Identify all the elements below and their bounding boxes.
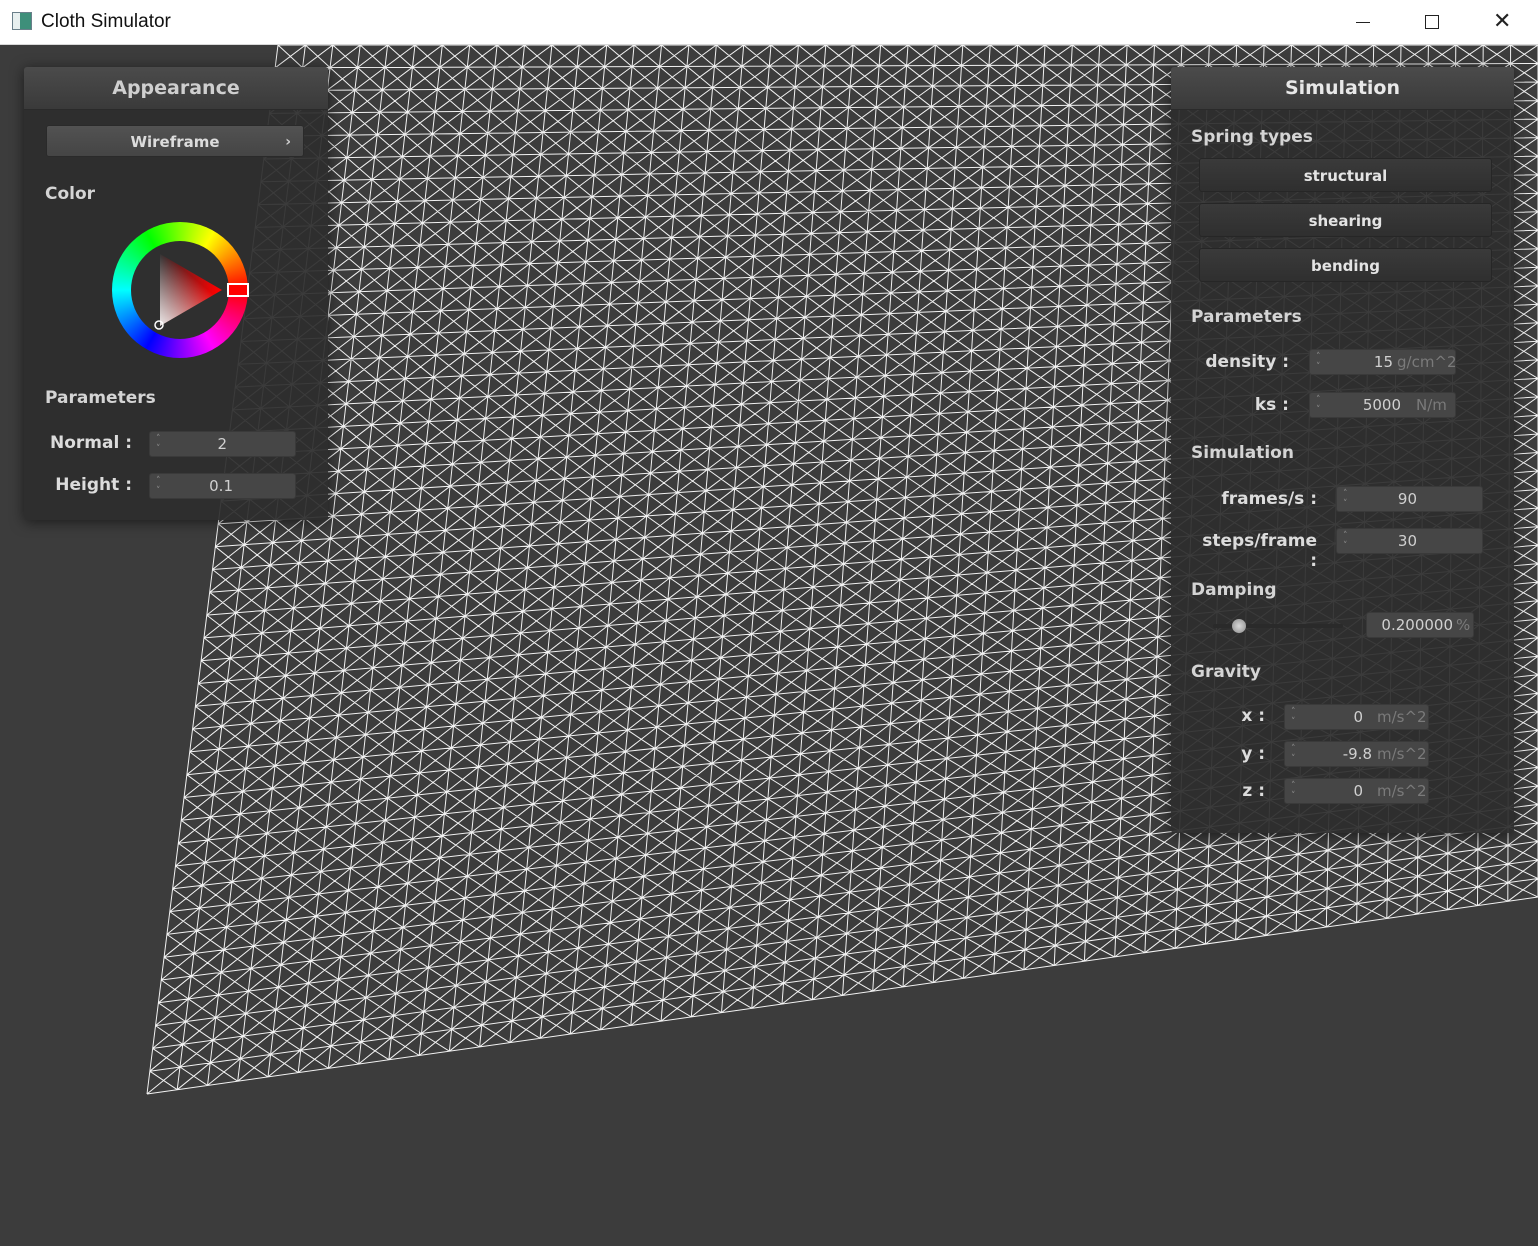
damping-value-box[interactable]: 0.200000 %: [1366, 612, 1474, 638]
minimize-icon: [1356, 22, 1370, 23]
density-label: density :: [1205, 352, 1289, 372]
simulation-panel-header[interactable]: Simulation: [1171, 67, 1514, 110]
steps-per-frame-input[interactable]: ˄ ˅ 30: [1336, 528, 1483, 554]
gravity-y-input[interactable]: ˄ ˅ -9.8 m/s^2: [1284, 741, 1429, 767]
spinner-arrows-icon[interactable]: ˄ ˅: [1291, 781, 1296, 801]
height-label: Height :: [55, 475, 132, 495]
window-title: Cloth Simulator: [41, 11, 171, 32]
gravity-z-input[interactable]: ˄ ˅ 0 m/s^2: [1284, 778, 1429, 804]
frames-per-s-input[interactable]: ˄ ˅ 90: [1336, 486, 1483, 512]
bending-button[interactable]: bending: [1199, 248, 1492, 282]
spinner-arrows-icon[interactable]: ˄ ˅: [156, 434, 161, 454]
simulation-parameters-label: Parameters: [1191, 307, 1302, 327]
close-button[interactable]: ✕: [1467, 0, 1537, 45]
minimize-button[interactable]: [1327, 0, 1397, 45]
spinner-arrows-icon[interactable]: ˄ ˅: [1316, 395, 1321, 415]
color-wheel[interactable]: [110, 220, 250, 360]
structural-button[interactable]: structural: [1199, 158, 1492, 192]
spring-types-label: Spring types: [1191, 127, 1313, 147]
hue-marker[interactable]: [227, 283, 249, 297]
shader-select-label: Wireframe: [130, 133, 220, 151]
spinner-arrows-icon[interactable]: ˄ ˅: [1291, 707, 1296, 727]
gravity-x-input[interactable]: ˄ ˅ 0 m/s^2: [1284, 704, 1429, 730]
appearance-panel: Appearance Wireframe › Color Parameters …: [24, 67, 328, 520]
color-section-label: Color: [45, 184, 96, 204]
gravity-x-label: x :: [1241, 706, 1265, 726]
ks-label: ks :: [1254, 395, 1289, 415]
frames-per-s-label: frames/s :: [1221, 489, 1317, 509]
damping-label: Damping: [1191, 580, 1277, 600]
gravity-label: Gravity: [1191, 662, 1261, 682]
height-input[interactable]: ˄ ˅ 0.1: [149, 473, 296, 499]
chevron-right-icon: ›: [285, 134, 291, 150]
steps-per-frame-label: steps/frame :: [1202, 531, 1317, 571]
simulation-section-label: Simulation: [1191, 443, 1294, 463]
spinner-arrows-icon[interactable]: ˄ ˅: [1291, 744, 1296, 764]
maximize-icon: [1425, 15, 1439, 29]
spinner-arrows-icon[interactable]: ˄ ˅: [1316, 352, 1321, 372]
normal-label: Normal :: [49, 433, 132, 453]
density-input[interactable]: ˄ ˅ 15 g/cm^2: [1309, 349, 1457, 375]
spinner-arrows-icon[interactable]: ˄ ˅: [156, 476, 161, 496]
gravity-z-label: z :: [1242, 781, 1265, 801]
appearance-parameters-label: Parameters: [45, 388, 156, 408]
ks-input[interactable]: ˄ ˅ 5000 N/m: [1309, 392, 1456, 418]
close-icon: ✕: [1493, 9, 1512, 34]
app-icon: [12, 12, 32, 30]
appearance-panel-header[interactable]: Appearance: [24, 67, 328, 110]
window-titlebar[interactable]: Cloth Simulator ✕: [0, 0, 1538, 45]
shader-select-button[interactable]: Wireframe ›: [46, 125, 304, 157]
spinner-arrows-icon[interactable]: ˄ ˅: [1343, 531, 1348, 551]
maximize-button[interactable]: [1397, 0, 1467, 45]
gravity-y-label: y :: [1241, 744, 1265, 764]
shearing-button[interactable]: shearing: [1199, 203, 1492, 237]
damping-slider-knob[interactable]: [1232, 619, 1246, 633]
normal-input[interactable]: ˄ ˅ 2: [149, 431, 296, 457]
simulation-panel: Simulation Spring types structural shear…: [1171, 67, 1514, 833]
spinner-arrows-icon[interactable]: ˄ ˅: [1343, 489, 1348, 509]
